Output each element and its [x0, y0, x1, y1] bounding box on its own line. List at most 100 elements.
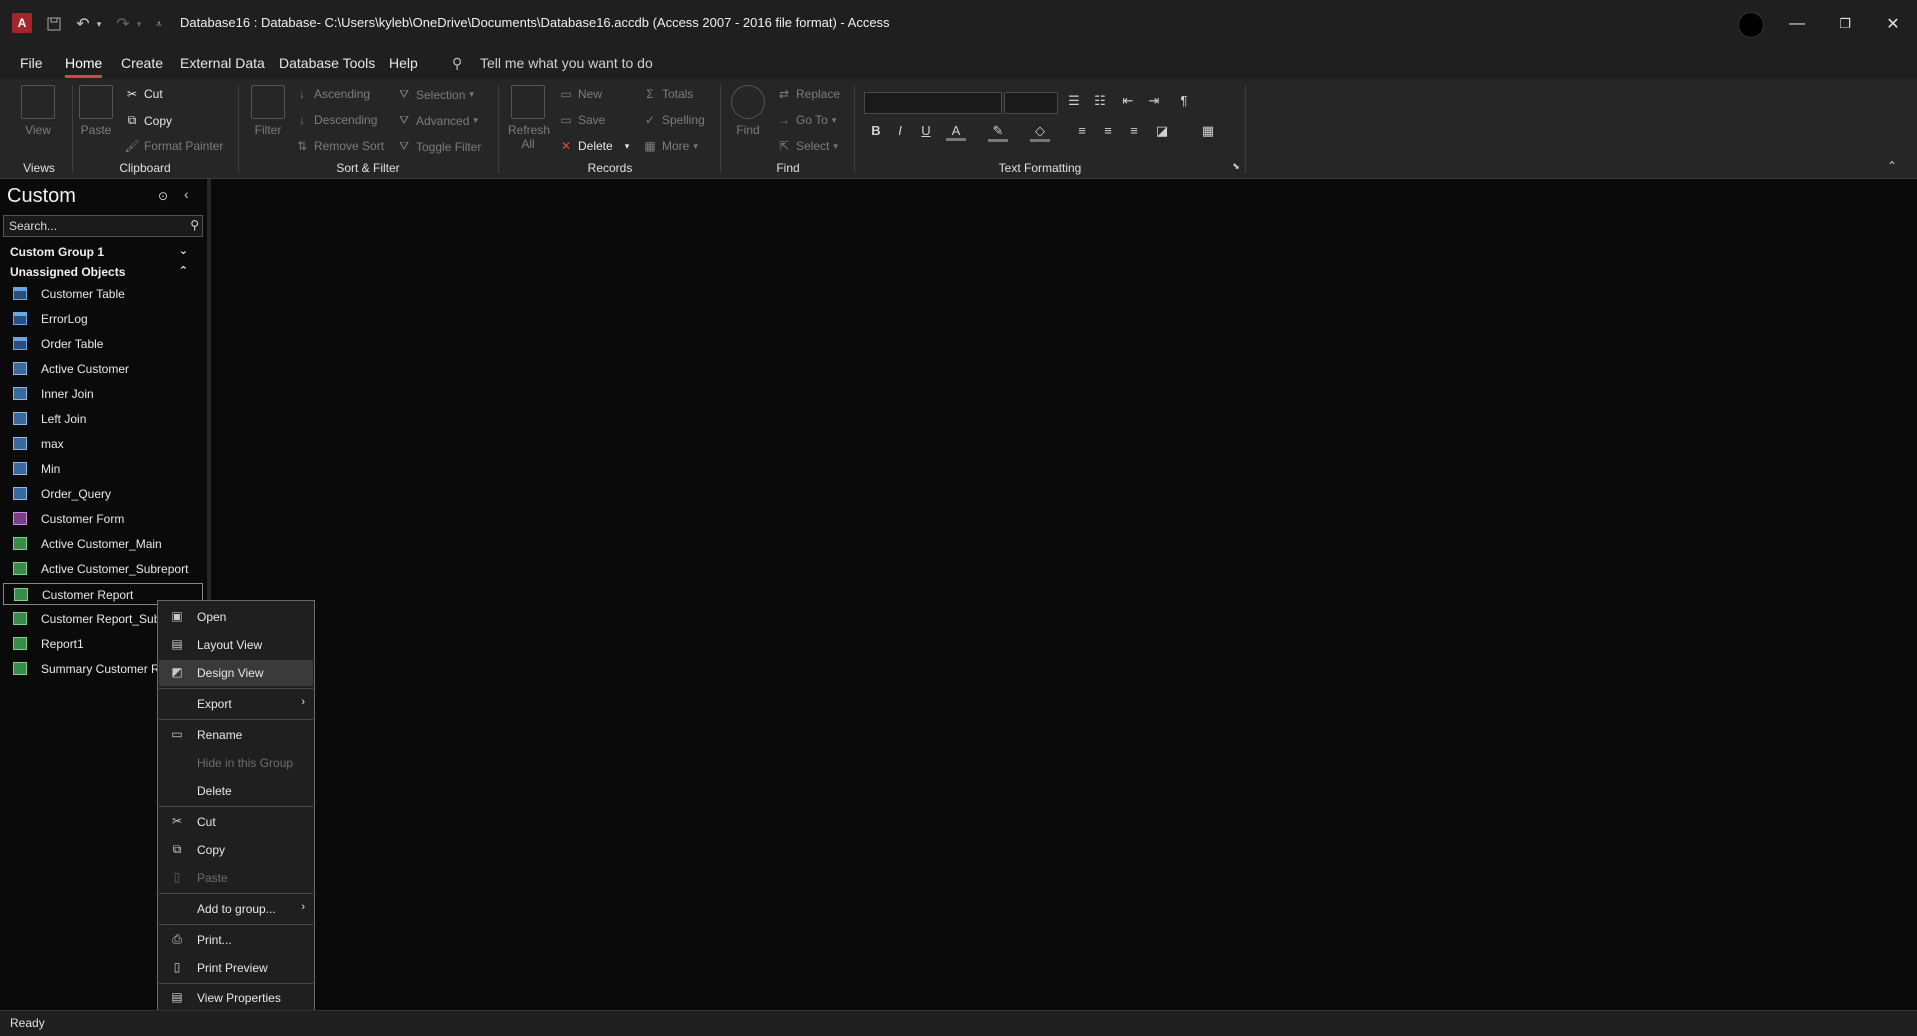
bullets-icon[interactable]: ☰ [1064, 93, 1084, 109]
undo-icon[interactable]: ↶ [72, 14, 94, 34]
delete-button[interactable]: ✕ Delete ▾ [558, 139, 629, 153]
nav-item[interactable]: Active Customer [3, 358, 203, 380]
nav-item[interactable]: Customer Table [3, 283, 203, 305]
advanced-button[interactable]: ⛛ Advanced ▾ [396, 113, 478, 128]
ctx-cut[interactable]: ✂ Cut [159, 809, 313, 835]
ctx-design-view[interactable]: ◩ Design View [159, 660, 313, 686]
increase-indent-icon[interactable]: ⇥ [1144, 93, 1164, 109]
ctx-add-to-group[interactable]: Add to group... › [159, 896, 313, 922]
background-color-icon[interactable]: ◇ [1030, 123, 1050, 142]
filter-button[interactable]: Filter [248, 85, 288, 137]
gridlines-icon[interactable]: ▦ [1198, 123, 1218, 139]
font-size-box[interactable] [1004, 92, 1058, 114]
ctx-layout-view[interactable]: ▤ Layout View [159, 632, 313, 658]
paragraph-direction-icon[interactable]: ¶ [1174, 93, 1194, 108]
ctx-export[interactable]: Export › [159, 691, 313, 717]
select-button[interactable]: ⇱ Select ▾ [776, 139, 838, 153]
undo-dropdown-icon[interactable]: ▾ [94, 14, 104, 34]
decrease-indent-icon[interactable]: ⇤ [1118, 93, 1138, 109]
find-button[interactable]: Find [728, 85, 768, 137]
cut-label: Cut [144, 87, 163, 101]
design-view-icon [21, 85, 55, 119]
window-title: Database16 : Database- C:\Users\kyleb\On… [180, 15, 890, 30]
alternate-row-color-icon[interactable]: ◪ [1152, 123, 1172, 139]
view-button[interactable]: View [18, 85, 58, 137]
font-color-icon[interactable]: A [946, 123, 966, 141]
nav-item[interactable]: max [3, 433, 203, 455]
sort-ascending-icon: ↓ [299, 87, 305, 101]
dialog-launcher-icon[interactable]: ⬊ [1226, 161, 1246, 172]
selection-button[interactable]: ⛛ Selection ▾ [396, 87, 474, 102]
close-icon[interactable]: ✕ [1869, 0, 1917, 47]
copy-button[interactable]: ⧉ Copy [124, 113, 172, 128]
more-button[interactable]: ▦ More ▾ [642, 139, 698, 153]
nav-item[interactable]: Active Customer_Subreport [3, 558, 203, 580]
cut-icon: ✂ [171, 814, 183, 828]
nav-group-unassigned-objects[interactable]: Unassigned Objects ⌃ [0, 262, 200, 282]
format-painter-button[interactable]: 🖌 Format Painter [124, 139, 223, 153]
tab-home[interactable]: Home [65, 55, 103, 78]
ctx-hide-in-group[interactable]: Hide in this Group [159, 750, 313, 776]
nav-search-input[interactable]: Search... ⚲ [3, 215, 203, 237]
tab-file[interactable]: File [20, 55, 43, 71]
ctx-rename[interactable]: ▭ Rename [159, 722, 313, 748]
restore-icon[interactable]: ❐ [1821, 0, 1869, 47]
tab-external-data[interactable]: External Data [180, 55, 265, 71]
remove-sort-button[interactable]: ⇅ Remove Sort [294, 139, 384, 153]
nav-group-custom-group-1[interactable]: Custom Group 1 ⌄ [0, 242, 200, 262]
ctx-view-properties[interactable]: ▤ View Properties [159, 985, 313, 1011]
shutter-bar-icon[interactable]: ‹ [184, 186, 189, 202]
nav-item[interactable]: Order_Query [3, 483, 203, 505]
ctx-open[interactable]: ▣ Open [159, 604, 313, 630]
nav-item[interactable]: Inner Join [3, 383, 203, 405]
totals-button[interactable]: Σ Totals [642, 87, 693, 101]
nav-item[interactable]: ErrorLog [3, 308, 203, 330]
nav-pane-title[interactable]: Custom [7, 185, 76, 208]
italic-icon[interactable]: I [890, 123, 910, 138]
replace-button[interactable]: ⇄ Replace [776, 87, 840, 101]
collapse-ribbon-icon[interactable]: ⌃ [1887, 159, 1897, 173]
group-divider [498, 85, 499, 173]
ctx-print-preview[interactable]: ▯ Print Preview [159, 955, 313, 981]
align-right-icon[interactable]: ≡ [1124, 123, 1144, 138]
refresh-all-button[interactable]: Refresh All [508, 85, 550, 151]
save-icon[interactable] [44, 14, 64, 34]
paste-button[interactable]: Paste [76, 85, 116, 137]
ctx-paste[interactable]: ▯ Paste [159, 865, 313, 891]
user-avatar[interactable] [1738, 12, 1764, 38]
new-record-button[interactable]: ▭ New [558, 87, 602, 101]
save-record-button[interactable]: ▭ Save [558, 113, 605, 127]
align-left-icon[interactable]: ≡ [1072, 123, 1092, 138]
tell-me-search[interactable]: Tell me what you want to do [480, 55, 653, 71]
redo-dropdown-icon[interactable]: ▾ [134, 14, 144, 34]
toggle-filter-button[interactable]: ⛛ Toggle Filter [396, 139, 481, 154]
tab-create[interactable]: Create [121, 55, 163, 71]
ctx-copy[interactable]: ⧉ Copy [159, 837, 313, 863]
minimize-icon[interactable]: — [1773, 0, 1821, 47]
tab-help[interactable]: Help [389, 55, 418, 71]
nav-item[interactable]: Left Join [3, 408, 203, 430]
bold-icon[interactable]: B [866, 123, 886, 138]
descending-button[interactable]: ↓ Descending [294, 113, 377, 127]
redo-icon[interactable]: ↷ [112, 14, 134, 34]
menu-divider [159, 924, 313, 925]
numbering-icon[interactable]: ☷ [1090, 93, 1110, 109]
customize-qat-icon[interactable]: ⩡ [152, 14, 166, 34]
spelling-button[interactable]: ✓ Spelling [642, 113, 705, 127]
nav-item[interactable]: Active Customer_Main [3, 533, 203, 555]
tab-database-tools[interactable]: Database Tools [279, 55, 375, 71]
underline-icon[interactable]: U [916, 123, 936, 138]
ctx-print[interactable]: ⎙ Print... [159, 927, 313, 953]
ascending-button[interactable]: ↓ Ascending [294, 87, 370, 101]
highlight-icon[interactable]: ✎ [988, 123, 1008, 142]
go-to-button[interactable]: → Go To ▾ [776, 113, 836, 127]
cut-button[interactable]: ✂ Cut [124, 87, 163, 101]
nav-item[interactable]: Order Table [3, 333, 203, 355]
ctx-delete[interactable]: Delete [159, 778, 313, 804]
nav-menu-dropdown-icon[interactable]: ⊙ [158, 189, 168, 203]
align-center-icon[interactable]: ≡ [1098, 123, 1118, 138]
access-app-icon[interactable]: A [12, 13, 32, 33]
nav-item[interactable]: Min [3, 458, 203, 480]
font-name-box[interactable] [864, 92, 1002, 114]
nav-item[interactable]: Customer Form [3, 508, 203, 530]
